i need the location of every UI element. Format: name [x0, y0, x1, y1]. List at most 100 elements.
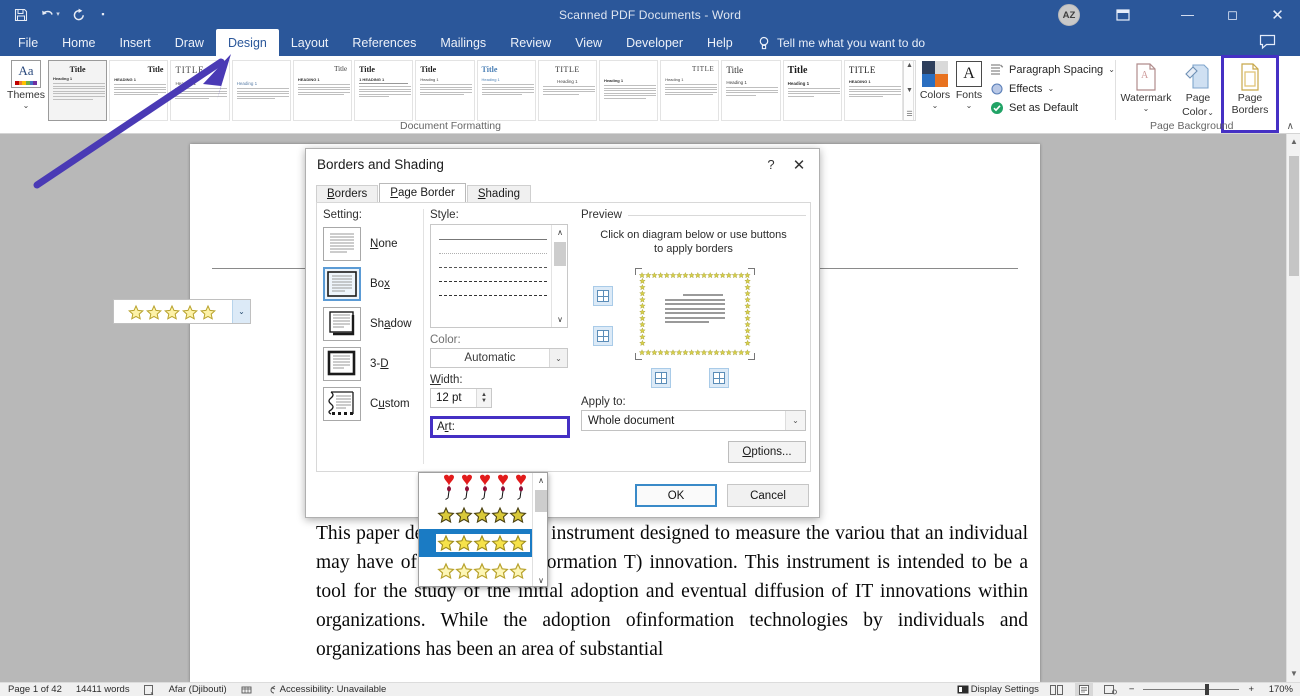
- style-option-dashed-small[interactable]: [439, 261, 547, 275]
- right-border-button[interactable]: [709, 368, 729, 388]
- paragraph-spacing-button[interactable]: Paragraph Spacing ⌄: [990, 60, 1115, 79]
- setting-option-custom[interactable]: Custom: [323, 387, 419, 421]
- style-gallery-item[interactable]: Title HEADING 1: [109, 60, 168, 121]
- tab-insert[interactable]: Insert: [108, 29, 163, 56]
- undo-dropdown-caret[interactable]: ▾: [56, 11, 60, 18]
- gallery-scroll-up-icon[interactable]: ▲: [906, 62, 913, 70]
- print-layout-view-button[interactable]: [1075, 683, 1093, 696]
- dialog-tab-shading[interactable]: Shading: [467, 185, 531, 202]
- art-combobox[interactable]: ⌄: [113, 299, 251, 324]
- style-gallery-item[interactable]: TITLE Heading 1: [660, 60, 719, 121]
- setting-option-box[interactable]: Box: [323, 267, 419, 301]
- themes-caret-icon[interactable]: ⌄: [4, 101, 48, 110]
- fonts-caret-icon[interactable]: ⌄: [952, 101, 986, 111]
- customize-quick-access-icon[interactable]: ▪: [95, 3, 111, 27]
- macro-recorder-icon[interactable]: [241, 685, 252, 695]
- style-option-dashed[interactable]: [439, 275, 547, 289]
- preview-page[interactable]: [639, 272, 751, 356]
- cancel-button[interactable]: Cancel: [727, 484, 809, 507]
- color-combobox[interactable]: Automatic ⌄: [430, 348, 568, 368]
- setting-option-shadow[interactable]: Shadow: [323, 307, 419, 341]
- colors-caret-icon[interactable]: ⌄: [918, 101, 952, 111]
- vertical-scrollbar[interactable]: ▲ ▼: [1286, 134, 1300, 682]
- accessibility-status[interactable]: Accessibility: Unavailable: [266, 684, 387, 695]
- ribbon-display-options-icon[interactable]: [1114, 6, 1132, 24]
- fonts-button[interactable]: A Fonts ⌄: [952, 58, 986, 128]
- status-words[interactable]: 14411 words: [76, 684, 130, 695]
- dialog-tab-borders[interactable]: Borders: [316, 185, 378, 202]
- width-spinner[interactable]: 12 pt ▲ ▼: [430, 388, 492, 408]
- effects-button[interactable]: Effects ⌄: [990, 79, 1115, 98]
- style-gallery-item[interactable]: Heading 1: [232, 60, 291, 121]
- borders-and-shading-dialog[interactable]: Borders and Shading ? ✕ Borders Page Bor…: [305, 148, 820, 518]
- tab-developer[interactable]: Developer: [614, 29, 695, 56]
- style-gallery-item[interactable]: TITLE Heading 1: [538, 60, 597, 121]
- gallery-more-icon[interactable]: ☰: [906, 111, 912, 119]
- tab-mailings[interactable]: Mailings: [428, 29, 498, 56]
- page-color-caret-icon[interactable]: ⌄: [1207, 108, 1214, 117]
- bottom-border-button[interactable]: [593, 326, 613, 346]
- tab-draw[interactable]: Draw: [163, 29, 216, 56]
- setting-option-none[interactable]: None: [323, 227, 419, 261]
- zoom-slider-knob[interactable]: [1205, 684, 1209, 695]
- tab-help[interactable]: Help: [695, 29, 745, 56]
- width-spinner-arrows[interactable]: ▲ ▼: [476, 389, 491, 407]
- redo-icon[interactable]: [66, 3, 92, 27]
- zoom-level[interactable]: 170%: [1263, 684, 1293, 695]
- style-option-fine-dotted[interactable]: [439, 247, 547, 261]
- art-option-red-hearts-balloons[interactable]: [419, 473, 547, 501]
- style-option-solid[interactable]: [439, 233, 547, 247]
- restore-button[interactable]: ◻: [1210, 0, 1255, 29]
- display-settings-button[interactable]: Display Settings: [957, 684, 1039, 695]
- style-gallery-item[interactable]: Title Heading 1: [783, 60, 842, 121]
- scroll-down-icon[interactable]: ▼: [1287, 666, 1300, 682]
- tab-home[interactable]: Home: [50, 29, 107, 56]
- style-gallery-item[interactable]: Title 1 HEADING 1: [354, 60, 413, 121]
- style-option-dash-dot[interactable]: [439, 289, 547, 303]
- dialog-tab-page-border[interactable]: Page Border: [379, 183, 466, 202]
- art-scroll-up-icon[interactable]: ∧: [533, 473, 548, 488]
- art-dropdown-caret-icon[interactable]: ⌄: [232, 300, 250, 323]
- top-border-button[interactable]: [593, 286, 613, 306]
- proofing-icon[interactable]: [144, 685, 155, 695]
- effects-caret-icon[interactable]: ⌄: [1047, 84, 1054, 93]
- set-as-default-button[interactable]: Set as Default: [990, 98, 1115, 117]
- art-dropdown-list[interactable]: ∧ ∨: [418, 472, 548, 587]
- art-list-scrollbar[interactable]: ∧ ∨: [532, 473, 547, 587]
- read-mode-view-button[interactable]: [1048, 683, 1066, 696]
- status-language[interactable]: Afar (Djibouti): [169, 684, 227, 695]
- style-gallery-item[interactable]: Title Heading 1: [48, 60, 107, 121]
- preview-diagram[interactable]: [581, 266, 806, 376]
- left-border-button[interactable]: [651, 368, 671, 388]
- zoom-slider[interactable]: [1143, 684, 1239, 696]
- style-gallery-item[interactable]: Title Heading 1: [477, 60, 536, 121]
- setting-option-3d[interactable]: 3-D: [323, 347, 419, 381]
- style-scrollbar-thumb[interactable]: [554, 242, 566, 266]
- zoom-in-button[interactable]: +: [1248, 684, 1254, 695]
- style-gallery-item[interactable]: Title Heading 1: [721, 60, 780, 121]
- collapse-ribbon-icon[interactable]: ∧: [1287, 121, 1294, 132]
- tab-layout[interactable]: Layout: [279, 29, 341, 56]
- art-label-field[interactable]: Art:: [430, 416, 570, 438]
- style-scroll-down-icon[interactable]: ∨: [552, 312, 568, 327]
- themes-button[interactable]: Aa Themes ⌄: [4, 58, 48, 110]
- gallery-scroll-down-icon[interactable]: ▼: [906, 87, 913, 95]
- watermark-caret-icon[interactable]: ⌄: [1120, 104, 1172, 113]
- art-scroll-down-icon[interactable]: ∨: [533, 573, 548, 587]
- save-icon[interactable]: [8, 3, 34, 27]
- style-scroll-up-icon[interactable]: ∧: [552, 225, 568, 240]
- tell-me-search[interactable]: Tell me what you want to do: [758, 29, 925, 56]
- art-scrollbar-thumb[interactable]: [535, 490, 547, 512]
- art-option-gold-3d-stars[interactable]: [419, 501, 547, 529]
- colors-button[interactable]: Colors ⌄: [918, 58, 952, 128]
- tab-view[interactable]: View: [563, 29, 614, 56]
- web-layout-view-button[interactable]: [1102, 683, 1120, 696]
- tab-references[interactable]: References: [340, 29, 428, 56]
- style-gallery-item[interactable]: TITLE Heading 1: [170, 60, 229, 121]
- style-gallery-item[interactable]: Title HEADING 1: [293, 60, 352, 121]
- scroll-up-icon[interactable]: ▲: [1287, 134, 1300, 150]
- apply-to-combobox[interactable]: Whole document ⌄: [581, 410, 806, 431]
- minimize-button[interactable]: —: [1165, 0, 1210, 29]
- dialog-help-button[interactable]: ?: [757, 151, 785, 179]
- status-page[interactable]: Page 1 of 42: [8, 684, 62, 695]
